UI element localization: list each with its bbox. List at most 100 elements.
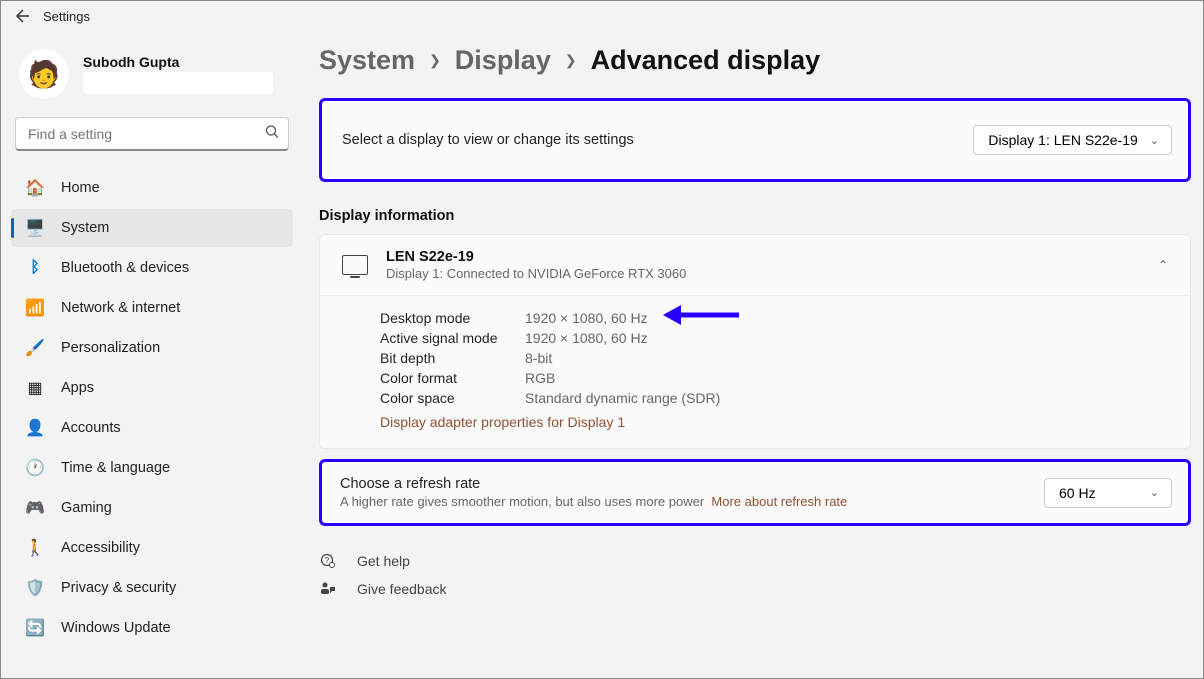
- refresh-rate-value: 60 Hz: [1059, 485, 1096, 501]
- monitor-icon: [342, 255, 368, 275]
- sidebar-item-privacy[interactable]: 🛡️ Privacy & security: [11, 569, 293, 607]
- chevron-down-icon: ⌄: [1150, 486, 1159, 499]
- sidebar-item-home[interactable]: 🏠 Home: [11, 169, 293, 207]
- breadcrumb-system[interactable]: System: [319, 45, 415, 76]
- bluetooth-icon: ᛒ: [25, 258, 45, 278]
- display-info-card: LEN S22e-19 Display 1: Connected to NVID…: [319, 234, 1191, 449]
- sidebar-item-accessibility[interactable]: 🚶 Accessibility: [11, 529, 293, 567]
- refresh-rate-subtitle: A higher rate gives smoother motion, but…: [340, 494, 1044, 509]
- display-model: LEN S22e-19: [386, 249, 1140, 265]
- nav-label: Home: [61, 180, 100, 196]
- info-label: Bit depth: [380, 350, 525, 366]
- info-label: Color space: [380, 390, 525, 406]
- user-name: Subodh Gupta: [83, 54, 273, 70]
- adapter-properties-link[interactable]: Display adapter properties for Display 1: [380, 414, 1168, 430]
- app-title: Settings: [43, 9, 90, 24]
- feedback-icon: [319, 580, 337, 598]
- sidebar-item-accounts[interactable]: 👤 Accounts: [11, 409, 293, 447]
- display-info-body: Desktop mode1920 × 1080, 60 Hz Active si…: [320, 296, 1190, 448]
- accessibility-icon: 🚶: [25, 538, 45, 558]
- sidebar-item-system[interactable]: 🖥️ System: [11, 209, 293, 247]
- info-label: Desktop mode: [380, 310, 525, 326]
- help-icon: ?: [319, 552, 337, 570]
- sidebar-item-network[interactable]: 📶 Network & internet: [11, 289, 293, 327]
- give-feedback-link[interactable]: Give feedback: [319, 580, 1191, 598]
- info-value: 1920 × 1080, 60 Hz: [525, 330, 648, 346]
- breadcrumb-display[interactable]: Display: [455, 45, 551, 76]
- nav-label: Network & internet: [61, 300, 180, 316]
- sidebar-item-bluetooth[interactable]: ᛒ Bluetooth & devices: [11, 249, 293, 287]
- arrow-left-icon: [13, 8, 29, 24]
- sidebar-item-apps[interactable]: ▦ Apps: [11, 369, 293, 407]
- info-row-active-signal: Active signal mode1920 × 1080, 60 Hz: [380, 330, 1168, 346]
- system-icon: 🖥️: [25, 218, 45, 238]
- search-input[interactable]: [15, 117, 289, 151]
- wifi-icon: 📶: [25, 298, 45, 318]
- display-info-header[interactable]: LEN S22e-19 Display 1: Connected to NVID…: [320, 235, 1190, 296]
- info-label: Color format: [380, 370, 525, 386]
- search-wrap: [15, 117, 289, 151]
- info-value: 8-bit: [525, 350, 552, 366]
- nav-label: Accessibility: [61, 540, 140, 556]
- gamepad-icon: 🎮: [25, 498, 45, 518]
- info-row-desktop-mode: Desktop mode1920 × 1080, 60 Hz: [380, 310, 1168, 326]
- footer-label: Get help: [357, 553, 410, 569]
- nav-label: Privacy & security: [61, 580, 176, 596]
- shield-icon: 🛡️: [25, 578, 45, 598]
- footer-label: Give feedback: [357, 581, 447, 597]
- refresh-rate-dropdown[interactable]: 60 Hz ⌄: [1044, 478, 1172, 508]
- info-value: Standard dynamic range (SDR): [525, 390, 720, 406]
- chevron-right-icon: ❯: [429, 52, 441, 69]
- refresh-rate-card: Choose a refresh rate A higher rate give…: [319, 459, 1191, 526]
- nav-label: Personalization: [61, 340, 160, 356]
- clock-icon: 🕐: [25, 458, 45, 478]
- nav-label: Windows Update: [61, 620, 171, 636]
- nav-label: System: [61, 220, 109, 236]
- display-connection: Display 1: Connected to NVIDIA GeForce R…: [386, 266, 1140, 281]
- home-icon: 🏠: [25, 178, 45, 198]
- chevron-up-icon[interactable]: ⌃: [1158, 258, 1168, 272]
- footer-links: ? Get help Give feedback: [319, 552, 1191, 598]
- info-row-bit-depth: Bit depth8-bit: [380, 350, 1168, 366]
- display-selector-value: Display 1: LEN S22e-19: [988, 132, 1137, 148]
- nav-label: Time & language: [61, 460, 170, 476]
- info-value: RGB: [525, 370, 555, 386]
- svg-text:?: ?: [325, 556, 330, 565]
- breadcrumb: System ❯ Display ❯ Advanced display: [319, 45, 1191, 76]
- page-title: Advanced display: [591, 45, 821, 76]
- search-icon: [265, 125, 279, 144]
- nav-label: Gaming: [61, 500, 112, 516]
- nav-list: 🏠 Home 🖥️ System ᛒ Bluetooth & devices 📶 Net…: [11, 169, 293, 647]
- sidebar-item-gaming[interactable]: 🎮 Gaming: [11, 489, 293, 527]
- content: System ❯ Display ❯ Advanced display Sele…: [301, 31, 1203, 678]
- avatar: 🧑: [19, 49, 69, 99]
- user-profile[interactable]: 🧑 Subodh Gupta: [11, 41, 293, 117]
- refresh-rate-title: Choose a refresh rate: [340, 476, 1044, 492]
- titlebar: Settings: [1, 1, 1203, 31]
- sidebar-item-personalization[interactable]: 🖌️ Personalization: [11, 329, 293, 367]
- chevron-right-icon: ❯: [565, 52, 577, 69]
- info-row-color-format: Color formatRGB: [380, 370, 1168, 386]
- annotation-arrow-icon: [663, 302, 741, 328]
- info-label: Active signal mode: [380, 330, 525, 346]
- display-information-heading: Display information: [319, 208, 1191, 224]
- display-selector-prompt: Select a display to view or change its s…: [342, 132, 634, 148]
- display-selector-dropdown[interactable]: Display 1: LEN S22e-19 ⌄: [973, 125, 1172, 155]
- chevron-down-icon: ⌄: [1150, 134, 1159, 147]
- person-icon: 👤: [25, 418, 45, 438]
- more-about-refresh-link[interactable]: More about refresh rate: [711, 494, 847, 509]
- display-selector-card: Select a display to view or change its s…: [319, 98, 1191, 182]
- nav-label: Bluetooth & devices: [61, 260, 189, 276]
- sidebar-item-time-language[interactable]: 🕐 Time & language: [11, 449, 293, 487]
- nav-label: Accounts: [61, 420, 121, 436]
- nav-label: Apps: [61, 380, 94, 396]
- apps-icon: ▦: [25, 378, 45, 398]
- back-button[interactable]: [9, 4, 33, 28]
- info-value: 1920 × 1080, 60 Hz: [525, 310, 648, 326]
- update-icon: 🔄: [25, 618, 45, 638]
- get-help-link[interactable]: ? Get help: [319, 552, 1191, 570]
- brush-icon: 🖌️: [25, 338, 45, 358]
- sidebar-item-windows-update[interactable]: 🔄 Windows Update: [11, 609, 293, 647]
- user-email-blank: [83, 72, 273, 94]
- sidebar: 🧑 Subodh Gupta 🏠 Home 🖥️ System ᛒ Bluetooth…: [1, 31, 301, 678]
